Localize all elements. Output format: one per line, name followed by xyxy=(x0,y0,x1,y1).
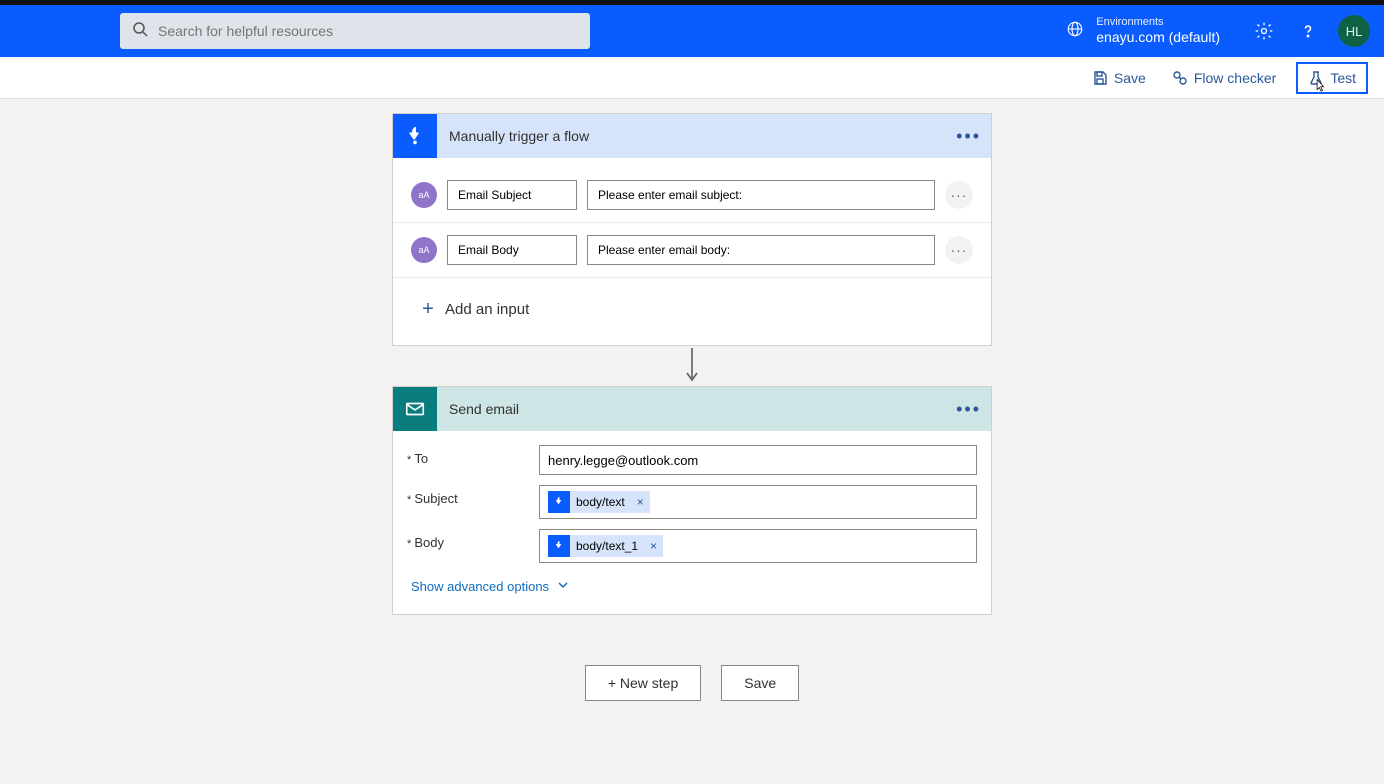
trigger-card-header[interactable]: Manually trigger a flow ••• xyxy=(393,114,991,158)
show-advanced-options[interactable]: Show advanced options xyxy=(411,579,569,594)
trigger-icon xyxy=(393,114,437,158)
global-header: Environments enayu.com (default) HL xyxy=(0,5,1384,57)
input-row-menu[interactable]: ··· xyxy=(945,181,973,209)
flow-checker-button[interactable]: Flow checker xyxy=(1166,66,1282,90)
trigger-menu-button[interactable]: ••• xyxy=(956,114,981,158)
environment-picker[interactable]: Environments enayu.com (default) xyxy=(1096,16,1220,46)
trigger-card: Manually trigger a flow ••• aA ··· aA ··… xyxy=(392,113,992,346)
chevron-down-icon xyxy=(557,579,569,594)
advanced-options-label: Show advanced options xyxy=(411,579,549,594)
field-row-body: Body body/text_1 × xyxy=(407,529,977,563)
add-input-button[interactable]: + Add an input xyxy=(393,278,991,343)
subject-input[interactable]: body/text × xyxy=(539,485,977,519)
trigger-input-row: aA ··· xyxy=(393,223,991,278)
environment-value: enayu.com (default) xyxy=(1096,29,1220,46)
trigger-title: Manually trigger a flow xyxy=(449,128,589,144)
test-label: Test xyxy=(1330,70,1356,86)
to-value: henry.legge@outlook.com xyxy=(548,453,698,468)
token-text: body/text_1 xyxy=(570,539,644,553)
to-label: To xyxy=(407,445,539,466)
token-remove[interactable]: × xyxy=(644,539,663,553)
save-flow-button[interactable]: Save xyxy=(721,665,799,701)
test-button[interactable]: Test xyxy=(1296,62,1368,94)
input-prompt-field[interactable] xyxy=(587,180,935,210)
add-input-label: Add an input xyxy=(445,301,529,318)
subject-label: Subject xyxy=(407,485,539,506)
search-input[interactable] xyxy=(158,23,578,39)
action-body: To henry.legge@outlook.com Subject body/… xyxy=(393,431,991,614)
command-bar: Save Flow checker Test xyxy=(0,57,1384,99)
new-step-button[interactable]: + New step xyxy=(585,665,701,701)
token-trigger-icon xyxy=(548,491,570,513)
avatar[interactable]: HL xyxy=(1338,15,1370,47)
token-trigger-icon xyxy=(548,535,570,557)
mail-icon xyxy=(393,387,437,431)
action-menu-button[interactable]: ••• xyxy=(956,387,981,431)
dynamic-token[interactable]: body/text × xyxy=(548,491,650,513)
trigger-input-row: aA ··· xyxy=(393,168,991,223)
input-row-menu[interactable]: ··· xyxy=(945,236,973,264)
field-row-to: To henry.legge@outlook.com xyxy=(407,445,977,475)
plus-icon: + xyxy=(421,298,435,321)
action-card: Send email ••• To henry.legge@outlook.co… xyxy=(392,386,992,615)
text-type-icon: aA xyxy=(411,182,437,208)
action-title: Send email xyxy=(449,401,519,417)
body-input[interactable]: body/text_1 × xyxy=(539,529,977,563)
text-type-icon: aA xyxy=(411,237,437,263)
save-label: Save xyxy=(1114,70,1146,86)
flow-checker-label: Flow checker xyxy=(1194,70,1276,86)
input-prompt-field[interactable] xyxy=(587,235,935,265)
token-text: body/text xyxy=(570,495,631,509)
environment-label: Environments xyxy=(1096,16,1220,29)
footer-buttons: + New step Save xyxy=(585,665,799,701)
dynamic-token[interactable]: body/text_1 × xyxy=(548,535,663,557)
action-card-header[interactable]: Send email ••• xyxy=(393,387,991,431)
token-remove[interactable]: × xyxy=(631,495,650,509)
trigger-body: aA ··· aA ··· + Add an input xyxy=(393,158,991,345)
search-icon xyxy=(132,21,148,42)
help-button[interactable] xyxy=(1292,15,1324,47)
save-button[interactable]: Save xyxy=(1086,66,1152,90)
to-input[interactable]: henry.legge@outlook.com xyxy=(539,445,977,475)
designer-canvas: Manually trigger a flow ••• aA ··· aA ··… xyxy=(0,99,1384,741)
search-box[interactable] xyxy=(120,13,590,49)
input-name-field[interactable] xyxy=(447,235,577,265)
settings-button[interactable] xyxy=(1248,15,1280,47)
environment-icon xyxy=(1066,20,1084,43)
input-name-field[interactable] xyxy=(447,180,577,210)
field-row-subject: Subject body/text × xyxy=(407,485,977,519)
body-label: Body xyxy=(407,529,539,550)
connector-arrow[interactable] xyxy=(684,346,700,386)
